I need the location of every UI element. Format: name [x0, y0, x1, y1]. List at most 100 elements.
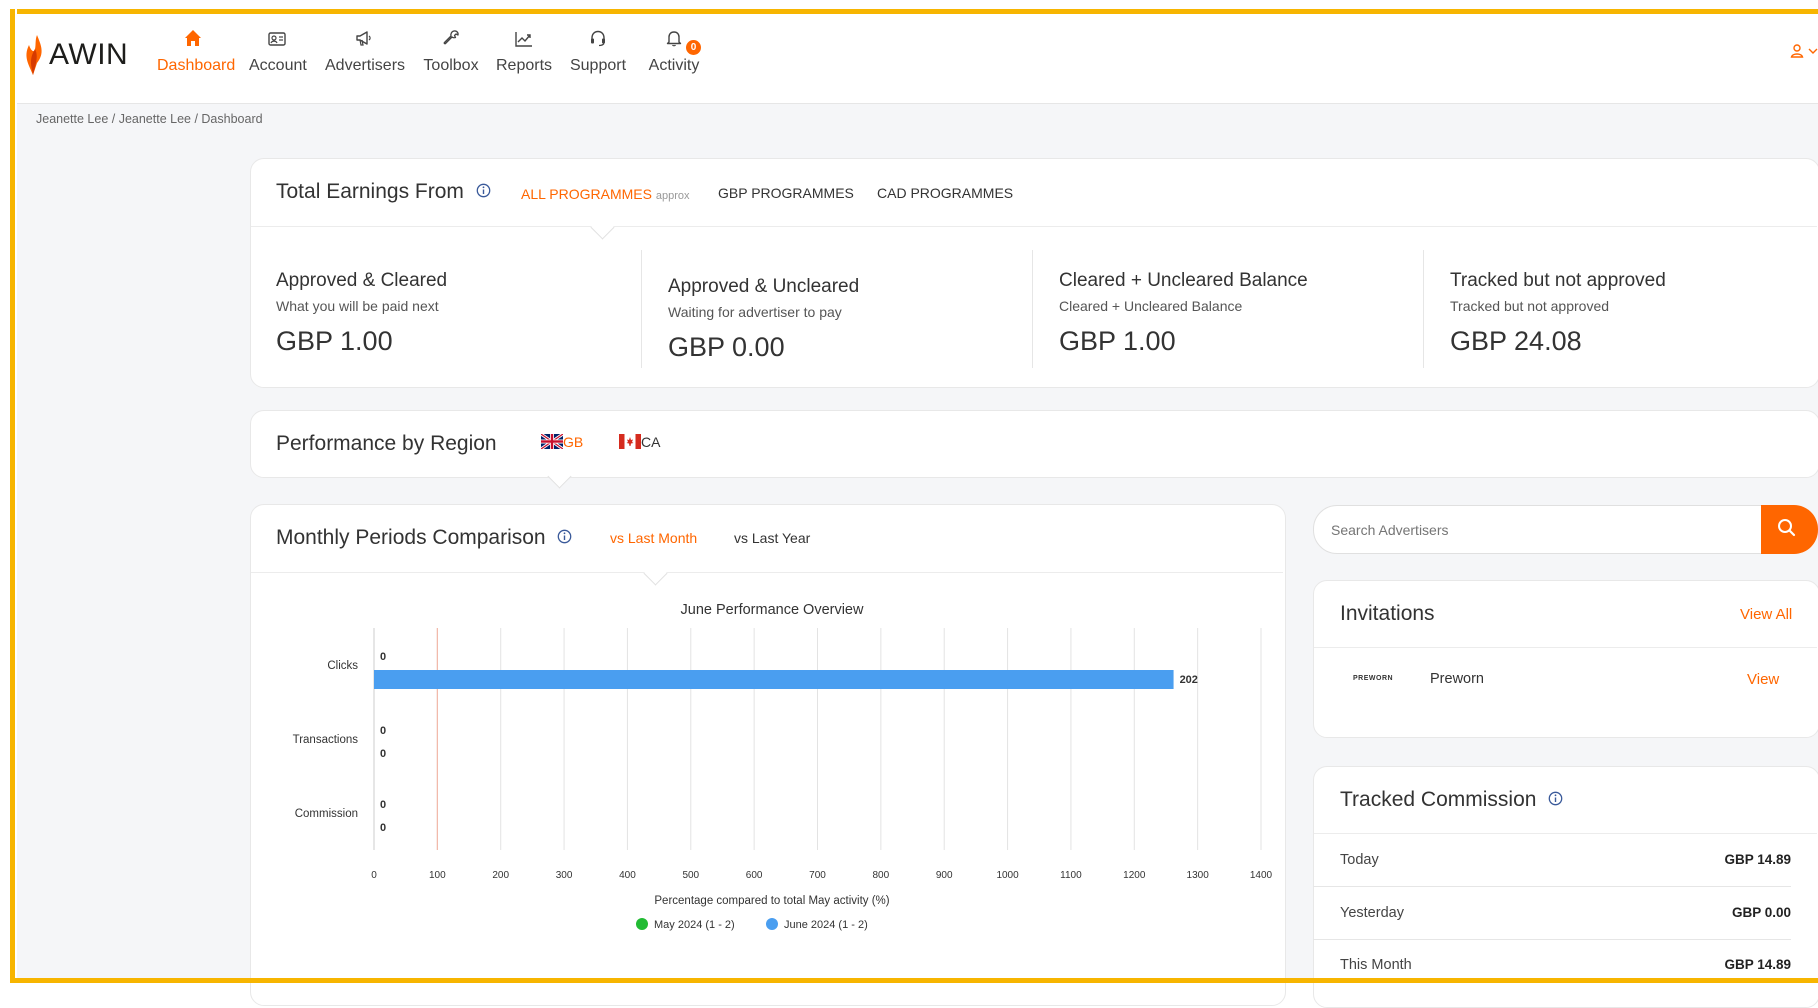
nav-support-label: Support: [569, 57, 627, 74]
tab-all-programmes[interactable]: ALL PROGRAMMES approx: [521, 186, 690, 202]
invitation-view-link[interactable]: View: [1747, 671, 1779, 688]
divider: [251, 572, 1283, 573]
search-advertisers-input[interactable]: [1329, 521, 1713, 539]
region-ca-label: CA: [641, 434, 661, 450]
earnings-col-subtitle: Cleared + Uncleared Balance: [1059, 298, 1243, 314]
headset-icon: [568, 29, 628, 57]
search-advertisers-box: [1313, 505, 1765, 554]
tab-cad-programmes[interactable]: CAD PROGRAMMES: [877, 185, 1013, 201]
y-category-label: Commission: [295, 808, 358, 820]
nav-advertisers-label: Advertisers: [325, 57, 406, 74]
tracked-row-this-month: This Month GBP 14.89: [1313, 939, 1791, 991]
tab-gbp-programmes[interactable]: GBP PROGRAMMES: [718, 185, 854, 201]
info-icon[interactable]: [1548, 788, 1563, 812]
earnings-approved-uncleared: Approved & Uncleared Waiting for adverti…: [668, 276, 859, 363]
awin-logo[interactable]: AWIN: [23, 35, 128, 75]
legend-marker: [766, 918, 778, 930]
earnings-col-subtitle: Tracked but not approved: [1450, 298, 1610, 314]
brand-name: AWIN: [49, 38, 129, 71]
invitations-title: Invitations: [1340, 602, 1435, 625]
tracked-row-yesterday: Yesterday GBP 0.00: [1313, 887, 1791, 940]
bar-data-label: 202: [1180, 674, 1198, 686]
region-title: Performance by Region: [276, 432, 497, 455]
highlight-frame-bottom: [10, 978, 1818, 983]
earnings-col-subtitle: What you will be paid next: [276, 298, 439, 314]
earnings-approved-cleared: Approved & Cleared What you will be paid…: [276, 270, 447, 357]
x-tick-label: 300: [556, 870, 573, 881]
nav-dashboard[interactable]: Dashboard: [157, 29, 235, 75]
invitation-advertiser-name: Preworn: [1430, 671, 1484, 687]
x-tick-label: 1000: [996, 870, 1019, 881]
performance-bar-chart: June Performance Overview 0 100 200 300 400 50…: [293, 602, 1273, 931]
x-tick-label: 1300: [1187, 870, 1210, 881]
tracked-row-value: GBP 14.89: [1724, 957, 1791, 972]
legend-label: May 2024 (1 - 2): [654, 919, 735, 931]
user-menu[interactable]: [1790, 43, 1818, 64]
nav-activity-label: Activity: [648, 57, 700, 74]
region-tab-gb[interactable]: GB: [540, 433, 584, 452]
legend-label: June 2024 (1 - 2): [784, 919, 868, 931]
total-earnings-title: Total Earnings From: [276, 180, 491, 204]
nav-dashboard-label: Dashboard: [157, 57, 236, 74]
x-tick-label: 100: [429, 870, 446, 881]
earnings-col-title: Tracked but not approved: [1450, 270, 1666, 291]
legend-marker: [636, 918, 648, 930]
y-category-label: Clicks: [327, 660, 358, 672]
tracked-commission-title: Tracked Commission: [1340, 788, 1563, 812]
earnings-col-subtitle: Waiting for advertiser to pay: [668, 304, 842, 320]
nav-activity[interactable]: 0 Activity: [644, 29, 704, 75]
top-navigation: AWIN Dashboard Account Advertisers Toolb…: [17, 19, 1818, 104]
tracked-row-label: Today: [1340, 852, 1379, 868]
invitations-view-all-link[interactable]: View All: [1740, 606, 1792, 623]
total-earnings-title-text: Total Earnings From: [276, 180, 464, 203]
megaphone-icon: [325, 29, 403, 57]
tab-vs-last-month[interactable]: vs Last Month: [610, 530, 697, 546]
monthly-title: Monthly Periods Comparison: [276, 526, 572, 550]
chart-title: June Performance Overview: [681, 602, 864, 618]
x-tick-label: 700: [809, 870, 826, 881]
search-button[interactable]: [1761, 505, 1818, 554]
nav-toolbox[interactable]: Toolbox: [423, 29, 479, 75]
bar-data-label: 0: [380, 822, 386, 834]
x-tick-label: 500: [682, 870, 699, 881]
x-tick-label: 1100: [1060, 870, 1082, 881]
awin-flame-icon: [26, 35, 42, 75]
home-icon: [157, 29, 229, 57]
bar-data-label: 0: [380, 651, 386, 663]
tab-vs-last-year[interactable]: vs Last Year: [734, 530, 810, 546]
earnings-cleared-uncleared-balance: Cleared + Uncleared Balance Cleared + Un…: [1059, 270, 1308, 357]
canada-flag-icon: [619, 434, 641, 452]
nav-reports-label: Reports: [496, 57, 553, 74]
x-tick-label: 900: [936, 870, 953, 881]
nav-reports[interactable]: Reports: [496, 29, 552, 75]
tracked-row-value: GBP 14.89: [1724, 852, 1791, 867]
region-tab-ca[interactable]: CA: [619, 434, 660, 452]
nav-account[interactable]: Account: [249, 29, 307, 75]
divider: [251, 226, 1817, 227]
tracked-row-value: GBP 0.00: [1731, 905, 1791, 920]
earnings-col-value: GBP 0.00: [668, 332, 785, 362]
highlight-frame-left: [10, 9, 15, 983]
region-gb-label: GB: [563, 434, 584, 450]
bar-data-label: 0: [380, 725, 386, 737]
tracked-commission-title-text: Tracked Commission: [1340, 788, 1537, 811]
nav-support[interactable]: Support: [568, 29, 628, 75]
tab-all-programmes-label: ALL PROGRAMMES: [521, 186, 652, 202]
user-icon: [1790, 44, 1818, 58]
nav-advertisers[interactable]: Advertisers: [325, 29, 406, 75]
x-tick-label: 200: [492, 870, 509, 881]
x-tick-label: 800: [873, 870, 890, 881]
tracked-row-today: Today GBP 14.89: [1313, 834, 1791, 887]
x-tick-label: 600: [746, 870, 763, 881]
approx-label: approx: [655, 190, 690, 202]
tracked-row-label: Yesterday: [1340, 905, 1404, 921]
info-icon[interactable]: [557, 526, 572, 550]
divider: [641, 250, 642, 368]
info-icon[interactable]: [476, 180, 491, 204]
earnings-col-value: GBP 1.00: [276, 326, 393, 356]
id-card-icon: [249, 29, 305, 57]
bar: [374, 670, 1174, 689]
y-category-label: Transactions: [293, 734, 359, 746]
earnings-col-value: GBP 24.08: [1450, 326, 1582, 356]
earnings-col-title: Approved & Uncleared: [668, 276, 860, 297]
